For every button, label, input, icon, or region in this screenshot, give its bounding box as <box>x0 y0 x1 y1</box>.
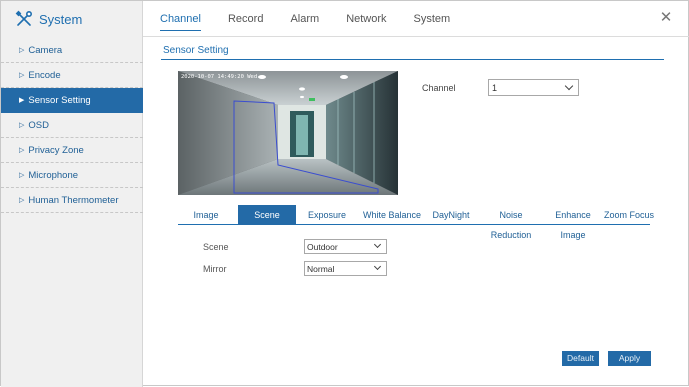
sidebar: System ▷ Camera ▷ Encode ▶ Sensor Setting ▷… <box>1 1 143 387</box>
triangle-right-icon: ▷ <box>19 172 25 179</box>
settings-window: System ▷ Camera ▷ Encode ▶ Sensor Setting ▷… <box>0 0 689 387</box>
chevron-down-icon <box>373 262 382 271</box>
brand: System <box>1 1 143 37</box>
camera-preview: 2020-10-07 14:49:20 Wed <box>178 71 398 195</box>
osd-timestamp: 2020-10-07 14:49:20 Wed <box>181 74 258 80</box>
default-button[interactable]: Default <box>562 351 599 366</box>
tab-record[interactable]: Record <box>228 1 263 37</box>
triangle-right-icon: ▷ <box>19 72 25 79</box>
tab-system[interactable]: System <box>414 1 451 37</box>
sidebar-item-encode[interactable]: ▷ Encode <box>1 63 143 88</box>
chevron-down-icon <box>373 240 382 249</box>
sidebar-item-microphone[interactable]: ▷ Microphone <box>1 163 143 188</box>
sidebar-menu: ▷ Camera ▷ Encode ▶ Sensor Setting ▷ OSD ▷ Pr… <box>1 38 143 213</box>
triangle-right-icon: ▷ <box>19 47 25 54</box>
top-tab-bar: Channel Record Alarm Network System <box>143 1 689 37</box>
tab-white-balance[interactable]: White Balance <box>358 205 426 225</box>
tab-scene[interactable]: Scene <box>238 205 296 225</box>
triangle-right-icon: ▶ <box>19 97 25 104</box>
sidebar-item-label: Privacy Zone <box>28 144 84 156</box>
sidebar-item-camera[interactable]: ▷ Camera <box>1 38 143 63</box>
tab-alarm[interactable]: Alarm <box>290 1 319 37</box>
corridor-image <box>178 71 398 195</box>
sub-tab-bar: Image Scene Exposure White Balance DayNi… <box>178 205 654 240</box>
brand-title: System <box>39 11 83 27</box>
chevron-down-icon <box>564 81 574 91</box>
channel-label: Channel <box>422 83 456 93</box>
mirror-select[interactable]: Normal <box>304 261 387 276</box>
sidebar-item-label: Sensor Setting <box>28 94 91 106</box>
triangle-right-icon: ▷ <box>19 122 25 129</box>
sidebar-item-privacy-zone[interactable]: ▷ Privacy Zone <box>1 138 143 163</box>
sidebar-item-label: OSD <box>28 119 49 131</box>
sidebar-item-human-thermometer[interactable]: ▷ Human Thermometer <box>1 188 143 213</box>
tab-daynight[interactable]: DayNight <box>428 205 474 225</box>
section-title: Sensor Setting <box>163 45 229 56</box>
sidebar-item-label: Camera <box>28 44 63 56</box>
scene-label: Scene <box>203 242 229 252</box>
tab-enhance-image[interactable]: Enhance Image <box>542 205 604 240</box>
tab-image[interactable]: Image <box>178 205 234 225</box>
channel-select[interactable]: 1 <box>488 79 579 96</box>
channel-value: 1 <box>492 82 498 93</box>
scene-select[interactable]: Outdoor <box>304 239 387 254</box>
section-divider <box>161 59 664 60</box>
tab-noise-reduction[interactable]: Noise Reduction <box>478 205 544 240</box>
sidebar-item-osd[interactable]: ▷ OSD <box>1 113 143 138</box>
sidebar-item-label: Microphone <box>28 169 79 181</box>
mirror-label: Mirror <box>203 264 227 274</box>
apply-button[interactable]: Apply <box>608 351 651 366</box>
sidebar-item-label: Encode <box>28 69 61 81</box>
tab-exposure[interactable]: Exposure <box>300 205 354 225</box>
sidebar-item-sensor-setting[interactable]: ▶ Sensor Setting <box>1 88 143 113</box>
tab-network[interactable]: Network <box>346 1 386 37</box>
tab-channel[interactable]: Channel <box>160 1 201 37</box>
tab-zoom-focus[interactable]: Zoom Focus <box>604 205 654 225</box>
sidebar-item-label: Human Thermometer <box>28 194 119 206</box>
triangle-right-icon: ▷ <box>19 197 25 204</box>
mirror-value: Normal <box>307 263 335 274</box>
triangle-right-icon: ▷ <box>19 147 25 154</box>
close-icon[interactable]: ✕ <box>658 10 674 26</box>
tools-icon <box>15 10 33 28</box>
scene-value: Outdoor <box>307 241 338 252</box>
